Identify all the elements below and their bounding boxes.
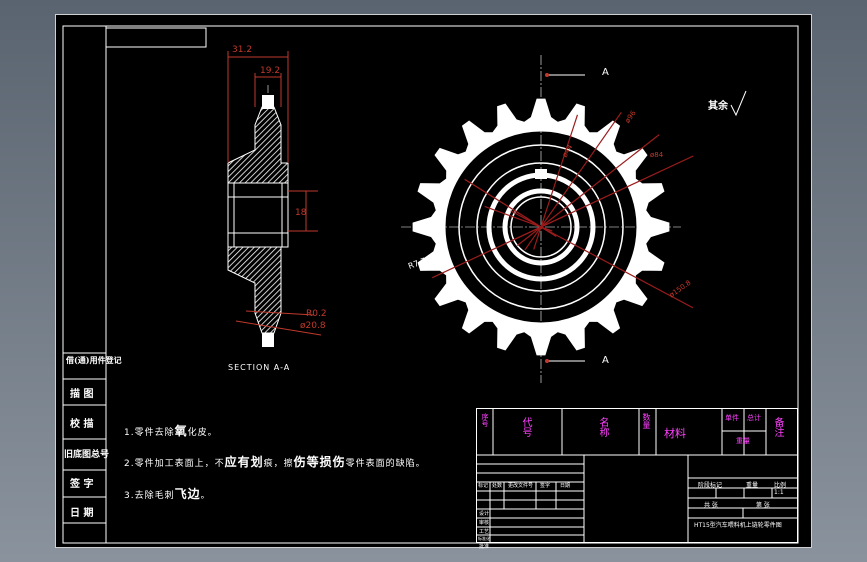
side-labels: 设计 审核 工艺 标准化 批准: [477, 510, 491, 550]
hdr-seq: 序号: [481, 413, 489, 427]
hdr-total: 总计: [747, 414, 761, 422]
side-l2: 审核: [479, 520, 490, 526]
section-label: SECTION A-A: [228, 363, 291, 372]
hdr-qty: 数量: [642, 413, 651, 429]
dim-hub-label: 19.2: [260, 66, 281, 76]
side-l4: 标准化: [478, 536, 490, 541]
surface-note: 其余: [708, 101, 728, 112]
rev-h4: 签字: [540, 483, 551, 489]
dim-chamfer-label: R0.2: [306, 309, 327, 319]
weight-label: 重量: [746, 482, 759, 489]
surface-finish-symbol: [730, 90, 747, 117]
side-l3: 工艺: [479, 529, 490, 535]
hdr-weight: 重量: [736, 437, 750, 445]
side-l1: 设计: [479, 511, 490, 517]
stage-label: 阶段标记: [698, 482, 723, 489]
side-l5: 批准: [479, 544, 490, 550]
left-r6: 日 期: [70, 508, 94, 519]
left-r4: 旧底图总号: [64, 450, 110, 460]
code-box: [105, 27, 207, 48]
dim-bore-label: 18: [295, 208, 307, 218]
scale-value: 1:1: [774, 489, 784, 496]
left-r1: 借(通)用件登记: [66, 355, 122, 365]
rev-headers: 标记 处数 更改文件号 签字 日期: [476, 482, 584, 491]
drawing-canvas: 31.2 19.2 18 R0.2 ø20.8 SECTION A-A A A …: [55, 14, 812, 550]
note-1: 1.零件去除氧化皮。: [124, 424, 218, 438]
left-r2: 描 图: [70, 389, 94, 400]
rev-h5: 日期: [560, 483, 571, 489]
view-marker-top: A: [602, 67, 609, 78]
dim-root-label: ø84: [650, 151, 664, 159]
rev-h2: 处数: [492, 483, 503, 489]
left-r5: 签 字: [70, 479, 94, 490]
sheet-left: 共 张: [704, 502, 718, 509]
scale-label: 比例: [774, 482, 787, 489]
view-marker-bottom: A: [602, 355, 609, 366]
rev-h3: 更改文件号: [508, 483, 534, 489]
hdr-remark: 备注: [772, 417, 783, 437]
left-column-grid: [63, 352, 106, 524]
dim-width-label: 31.2: [232, 45, 253, 55]
note-2: 2.零件加工表面上，不应有划痕，擦伤等损伤零件表面的缺陷。: [124, 455, 426, 469]
rev-h1: 标记: [478, 483, 489, 489]
sheet-right: 第 张: [756, 502, 770, 509]
hdr-material: 材料: [664, 427, 686, 440]
hdr-unit: 单件: [725, 414, 739, 422]
section-dot-top: [545, 73, 549, 77]
note-3: 3.去除毛刺飞边。: [124, 487, 211, 501]
hdr-code: 代号: [520, 417, 531, 437]
section-dot-bottom: [545, 359, 549, 363]
sprocket-view: [401, 55, 747, 383]
drawing-title: HT15型汽车喂料机上链轮零件图: [694, 522, 782, 529]
section-view: [227, 51, 322, 347]
hdr-name: 名称: [597, 417, 608, 437]
left-r3: 校 描: [70, 419, 94, 430]
dim-small-label: ø20.8: [300, 321, 326, 331]
